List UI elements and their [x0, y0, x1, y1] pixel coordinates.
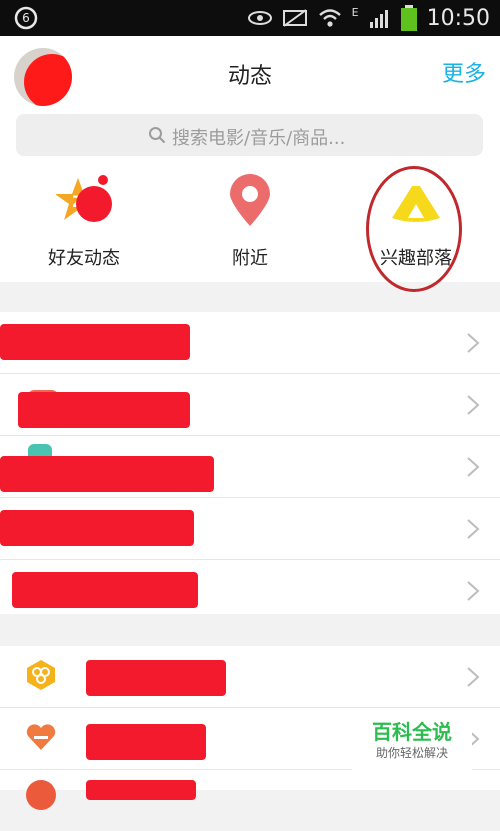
chevron-right-icon: [467, 581, 480, 601]
annotation-circle: [366, 166, 462, 292]
chevron-right-icon: [467, 333, 480, 353]
quick-action-label: 好友动态: [48, 248, 120, 269]
list-item[interactable]: [0, 436, 500, 498]
list-item[interactable]: [0, 374, 500, 436]
list-item-icon: [26, 780, 56, 810]
wifi-icon: [318, 9, 341, 27]
heart-bag-icon: [26, 724, 56, 750]
list-item[interactable]: [0, 312, 500, 374]
search-section: 搜索电影/音乐/商品...: [0, 106, 500, 162]
header-bar: 动态 更多: [0, 36, 500, 106]
battery-icon: [400, 5, 417, 31]
quick-action-nearby[interactable]: 附近: [180, 162, 320, 282]
watermark-title: 百科全说: [372, 720, 452, 744]
search-icon: [149, 127, 166, 144]
list-item[interactable]: [0, 646, 500, 708]
redaction-mark: [0, 324, 190, 360]
redaction-mark: [0, 510, 194, 546]
list-item[interactable]: [0, 770, 500, 831]
chevron-right-icon: [467, 667, 480, 687]
app-notification-icon: 6: [14, 6, 38, 30]
more-button[interactable]: 更多: [442, 56, 486, 88]
page-title: 动态: [227, 64, 272, 89]
grid-circles-icon: [27, 660, 55, 690]
status-icons: E 10:50: [247, 4, 490, 32]
eye-icon: [247, 11, 272, 25]
watermark-subtitle: 助你轻松解决: [375, 746, 448, 760]
clock: 10:50: [426, 5, 490, 31]
redaction-mark: [12, 572, 198, 608]
signal-icon: [369, 10, 388, 28]
quick-action-label: 附近: [232, 248, 268, 269]
search-input[interactable]: 搜索电影/音乐/商品...: [16, 114, 483, 156]
network-type-letter: E: [351, 5, 359, 19]
list-item[interactable]: [0, 560, 500, 621]
redaction-mark: [86, 724, 206, 760]
chevron-right-icon: [467, 519, 480, 539]
mute-icon: [282, 9, 307, 27]
location-pin-icon: [230, 174, 270, 226]
redaction-mark: [86, 660, 226, 696]
redaction-mark: [86, 780, 196, 800]
search-placeholder: 搜索电影/音乐/商品...: [172, 128, 346, 149]
list-item[interactable]: [0, 498, 500, 560]
star-z-icon: Z: [56, 175, 112, 222]
quick-action-friends-feed[interactable]: Z 好友动态: [14, 162, 154, 282]
chevron-right-icon: [467, 457, 480, 477]
feature-list: [0, 312, 500, 614]
watermark: 百科全说 助你轻松解决: [352, 712, 472, 772]
chevron-right-icon: [467, 395, 480, 415]
svg-text:6: 6: [22, 11, 30, 25]
status-bar: 6 E 10:50: [0, 0, 500, 36]
redaction-mark: [18, 392, 190, 428]
redaction-mark: [0, 456, 214, 492]
